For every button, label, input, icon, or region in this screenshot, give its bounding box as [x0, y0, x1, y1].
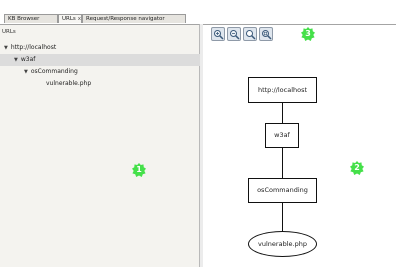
tree-item-label: http://localhost: [10, 44, 57, 51]
graph-edge: [282, 203, 283, 231]
tab-urls[interactable]: URLs x: [58, 14, 82, 23]
url-graph: http://localhost w3af osCommanding vulne…: [203, 25, 396, 268]
graph-node[interactable]: http://localhost: [248, 77, 317, 103]
tree-item-vulnerable-php[interactable]: vulnerable.php: [46, 78, 186, 90]
tree-item-w3af[interactable]: ▼ w3af: [0, 54, 200, 66]
tab-request-response-navigator[interactable]: Request/Response navigator: [82, 14, 186, 23]
tree-item-oscommanding[interactable]: ▼ osCommanding: [24, 66, 194, 78]
url-tree-pane: URLs ▼ http://localhost ▼ w3af ▼ osCommandi…: [0, 24, 200, 267]
close-tab-icon[interactable]: x: [78, 16, 81, 22]
tree-item-label: osCommanding: [30, 68, 78, 75]
graph-edge: [282, 148, 283, 178]
urls-column-header[interactable]: URLs: [2, 27, 198, 37]
tab-label: URLs: [62, 16, 76, 22]
graph-pane: 3 http://localhost w3af osCommanding vul…: [203, 24, 396, 267]
tree-item-localhost[interactable]: ▼ http://localhost: [4, 42, 194, 54]
graph-node[interactable]: osCommanding: [248, 178, 317, 203]
graph-node[interactable]: vulnerable.php: [248, 231, 317, 257]
tab-label: KB Browser: [8, 16, 40, 22]
expand-arrow-icon[interactable]: ▼: [24, 66, 28, 78]
tab-strip: KB Browser URLs x Request/Response naviga…: [0, 0, 396, 24]
tree-item-label: w3af: [20, 56, 36, 63]
expand-arrow-icon[interactable]: ▼: [14, 54, 18, 66]
graph-edge: [282, 103, 283, 123]
tree-item-label: vulnerable.php: [46, 80, 92, 87]
graph-node[interactable]: w3af: [265, 123, 299, 148]
callout-badge: 1: [132, 163, 146, 177]
tab-kb-browser[interactable]: KB Browser: [4, 14, 58, 23]
tab-label: Request/Response navigator: [86, 16, 165, 22]
expand-arrow-icon[interactable]: ▼: [4, 42, 8, 54]
